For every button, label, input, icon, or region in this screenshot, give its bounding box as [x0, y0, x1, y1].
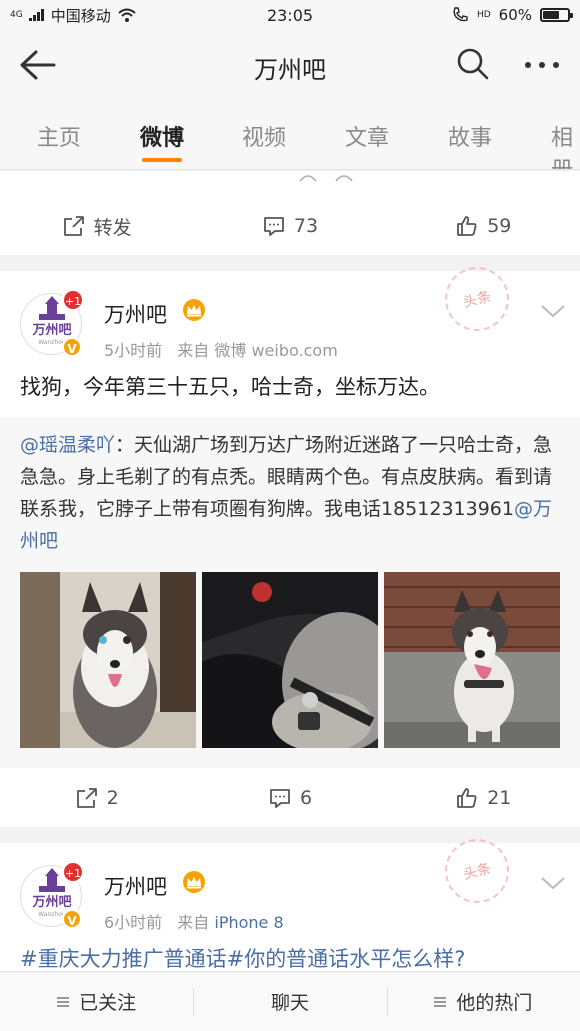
post-meta: 5小时前 来自 微博 weibo.com	[104, 337, 338, 361]
tab-albums[interactable]: 相册	[551, 120, 580, 169]
retweet-box[interactable]: @瑶温柔吖：天仙湖广场到万达广场附近迷路了一只哈士奇，急急急。身上毛剃了的有点秃…	[0, 417, 580, 768]
avatar-text: 万州吧	[31, 323, 71, 338]
retweet-user-link[interactable]: @瑶温柔吖	[20, 434, 115, 456]
stamp-label: 头条	[461, 860, 493, 884]
tab-label: 视频	[242, 126, 287, 151]
from-label: 来自	[177, 341, 210, 360]
post-source[interactable]: iPhone 8	[214, 913, 283, 932]
husky-photo-2	[202, 572, 378, 748]
comment-icon	[263, 217, 284, 236]
like-button[interactable]: 59	[387, 197, 580, 255]
bottom-bar: 已关注 聊天 他的热门	[0, 971, 580, 1031]
feed: 转发 73 59 头条 万州吧 Wanzhou +1 V 万州吧 5小时前 来自…	[0, 171, 580, 971]
repost-button[interactable]: 转发	[0, 197, 193, 255]
thumbs-up-icon	[457, 216, 477, 236]
husky-photo-1	[20, 572, 196, 748]
repost-button[interactable]: 2	[0, 769, 193, 827]
user-name[interactable]: 万州吧	[104, 871, 167, 901]
hd-label: HD	[476, 9, 491, 20]
comment-count: 6	[299, 787, 313, 809]
following-label: 已关注	[79, 992, 137, 1014]
like-count: 59	[487, 215, 512, 237]
active-tab-indicator	[142, 158, 182, 162]
comment-button[interactable]: 73	[193, 197, 386, 255]
user-name[interactable]: 万州吧	[104, 299, 167, 329]
post-time: 5小时前	[104, 341, 163, 360]
prev-post-card: 转发 73 59	[0, 171, 580, 255]
following-button[interactable]: 已关注	[0, 972, 193, 1031]
repost-label: 转发	[93, 216, 132, 239]
chat-label: 聊天	[270, 992, 309, 1014]
menu-icon	[434, 995, 447, 1008]
crown-icon	[183, 299, 205, 321]
verified-badge: V	[62, 909, 82, 929]
like-button[interactable]: 21	[387, 769, 580, 827]
tab-weibo[interactable]: 微博	[140, 120, 185, 162]
plus-badge: +1	[62, 861, 84, 883]
phone-call-icon	[453, 7, 468, 22]
photo-thumbnail[interactable]	[20, 572, 196, 748]
post-card: 头条 万州吧 Wanzhou +1 V 万州吧 6小时前 来自 iPhone 8…	[0, 832, 580, 971]
post-meta: 6小时前 来自 iPhone 8	[104, 909, 284, 933]
from-label: 来自	[177, 913, 210, 932]
status-bar: 4G 中国移动 23:05 HD 60%	[0, 0, 580, 30]
thumbs-up-icon	[457, 788, 477, 808]
tab-label: 微博	[140, 126, 185, 151]
repost-count: 2	[106, 787, 119, 809]
tab-label: 故事	[448, 126, 493, 151]
prev-post-actions: 转发 73 59	[0, 197, 580, 255]
stamp-label: 头条	[461, 288, 493, 312]
tab-label: 主页	[37, 126, 82, 151]
verified-badge: V	[62, 337, 82, 357]
chevron-down-icon[interactable]	[540, 875, 566, 891]
battery-icon	[540, 8, 573, 22]
like-count: 21	[487, 787, 512, 809]
tab-label: 相册	[551, 126, 574, 169]
retweet-text: @瑶温柔吖：天仙湖广场到万达广场附近迷路了一只哈士奇，急急急。身上毛剃了的有点秃…	[20, 429, 565, 557]
comment-icon	[270, 789, 290, 808]
post-text[interactable]: #重庆大力推广普通话#你的普通话水平怎么样?	[20, 943, 560, 971]
chevron-down-icon[interactable]	[540, 303, 566, 319]
repost-icon	[63, 216, 84, 236]
tab-home[interactable]: 主页	[37, 120, 81, 152]
post-text: 找狗，今年第三十五只，哈士奇，坐标万达。	[20, 375, 440, 399]
more-icon[interactable]	[520, 50, 564, 80]
hot-posts-button[interactable]: 他的热门	[386, 972, 580, 1031]
repost-icon	[76, 788, 97, 808]
husky-photo-3	[384, 572, 560, 748]
menu-icon	[57, 995, 70, 1008]
post-source: 微博 weibo.com	[214, 341, 338, 360]
post-time: 6小时前	[104, 913, 163, 932]
headline-stamp: 头条	[438, 260, 516, 338]
hot-posts-label: 他的热门	[456, 992, 533, 1014]
status-right: HD 60%	[451, 6, 573, 24]
photo-thumbnail[interactable]	[384, 572, 560, 748]
profile-tabs: 主页 微博 视频 文章 故事 相册	[0, 100, 580, 170]
tab-articles[interactable]: 文章	[345, 120, 389, 152]
tab-video[interactable]: 视频	[242, 120, 286, 152]
comment-button[interactable]: 6	[193, 769, 386, 827]
photo-thumbnail[interactable]	[202, 572, 378, 748]
avatar-text: 万州吧	[31, 895, 71, 910]
battery-percent: 60%	[498, 6, 532, 24]
nav-bar: 万州吧	[0, 30, 580, 100]
tab-label: 文章	[345, 126, 390, 151]
chat-button[interactable]: 聊天	[193, 972, 386, 1031]
search-icon[interactable]	[455, 46, 491, 82]
headline-stamp: 头条	[438, 832, 516, 910]
battery-fill	[543, 11, 559, 19]
page-title: 万州吧	[254, 56, 326, 84]
cutoff-icons	[299, 175, 353, 182]
plus-badge: +1	[62, 289, 84, 311]
comment-count: 73	[293, 215, 319, 237]
post-actions: 2 6 21	[0, 769, 580, 827]
crown-icon	[183, 871, 205, 893]
post-card: 头条 万州吧 Wanzhou +1 V 万州吧 5小时前 来自 微博 weibo…	[0, 260, 580, 827]
tab-stories[interactable]: 故事	[448, 120, 492, 152]
